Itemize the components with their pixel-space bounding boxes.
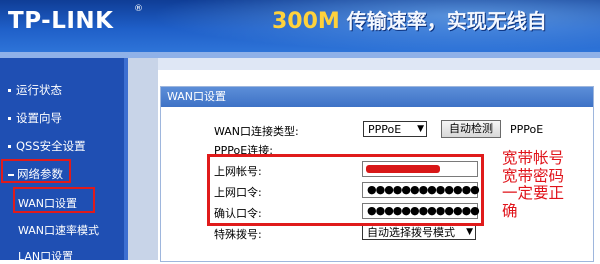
sidebar-item-label: 运行状态 — [16, 83, 62, 97]
bullet-icon — [8, 89, 11, 92]
wan-type-select[interactable]: PPPoE ▼ — [363, 121, 427, 137]
special-dial-label: 特殊拨号: — [214, 228, 262, 241]
wan-type-note: PPPoE — [510, 123, 544, 136]
annotation-line: 确 — [502, 201, 518, 220]
sidebar-gutter — [128, 58, 158, 260]
sidebar-menu: 运行状态 设置向导 QSS安全设置 网络参数 WAN口设置 WAN口速率模式 L… — [0, 58, 128, 263]
special-dial-select[interactable]: 自动选择拨号模式 ▼ — [362, 224, 476, 240]
top-banner: TP-LINK ® 300M 传输速率，实现无线自 — [0, 0, 600, 52]
wan-type-value: PPPoE — [368, 123, 402, 136]
highlight-credentials — [207, 154, 484, 226]
bullet-icon — [8, 117, 11, 120]
sidebar-item-label: QSS安全设置 — [16, 139, 86, 153]
handwritten-annotation: 宽带帐号 宽带密码 一定要正 确 — [502, 149, 586, 220]
dropdown-arrow-icon: ▼ — [466, 227, 473, 237]
panel-title: WAN口设置 — [161, 87, 593, 107]
annotation-line: 一定要正 — [502, 184, 565, 202]
bullet-icon — [8, 145, 11, 148]
content-top-strip — [158, 58, 600, 70]
annotation-line: 宽带帐号 — [502, 149, 565, 167]
special-dial-value: 自动选择拨号模式 — [367, 226, 455, 239]
sidebar-item-label: 设置向导 — [16, 111, 62, 125]
sidebar-subitem-wan-rate[interactable]: WAN口速率模式 — [18, 222, 99, 238]
highlight-wan — [13, 187, 95, 213]
sidebar-item-wizard[interactable]: 设置向导 — [8, 110, 62, 126]
wan-type-label: WAN口连接类型: — [214, 125, 299, 138]
sidebar-subitem-lan[interactable]: LAN口设置 — [18, 248, 73, 264]
dropdown-arrow-icon: ▼ — [417, 124, 424, 134]
sidebar-subitem-label: WAN口速率模式 — [18, 224, 100, 237]
sidebar-item-qss[interactable]: QSS安全设置 — [8, 138, 86, 154]
banner-slogan: 300M 传输速率，实现无线自 — [272, 5, 547, 34]
sidebar-item-status[interactable]: 运行状态 — [8, 82, 62, 98]
highlight-network — [1, 159, 71, 183]
slogan-text: 传输速率，实现无线自 — [346, 9, 547, 33]
slogan-speed: 300M — [272, 9, 340, 34]
sidebar-subitem-label: LAN口设置 — [18, 250, 74, 263]
brand-logo: TP-LINK — [8, 8, 114, 34]
annotation-line: 宽带密码 — [502, 166, 565, 185]
registered-mark: ® — [134, 4, 143, 14]
auto-detect-button[interactable]: 自动检测 — [441, 120, 501, 138]
